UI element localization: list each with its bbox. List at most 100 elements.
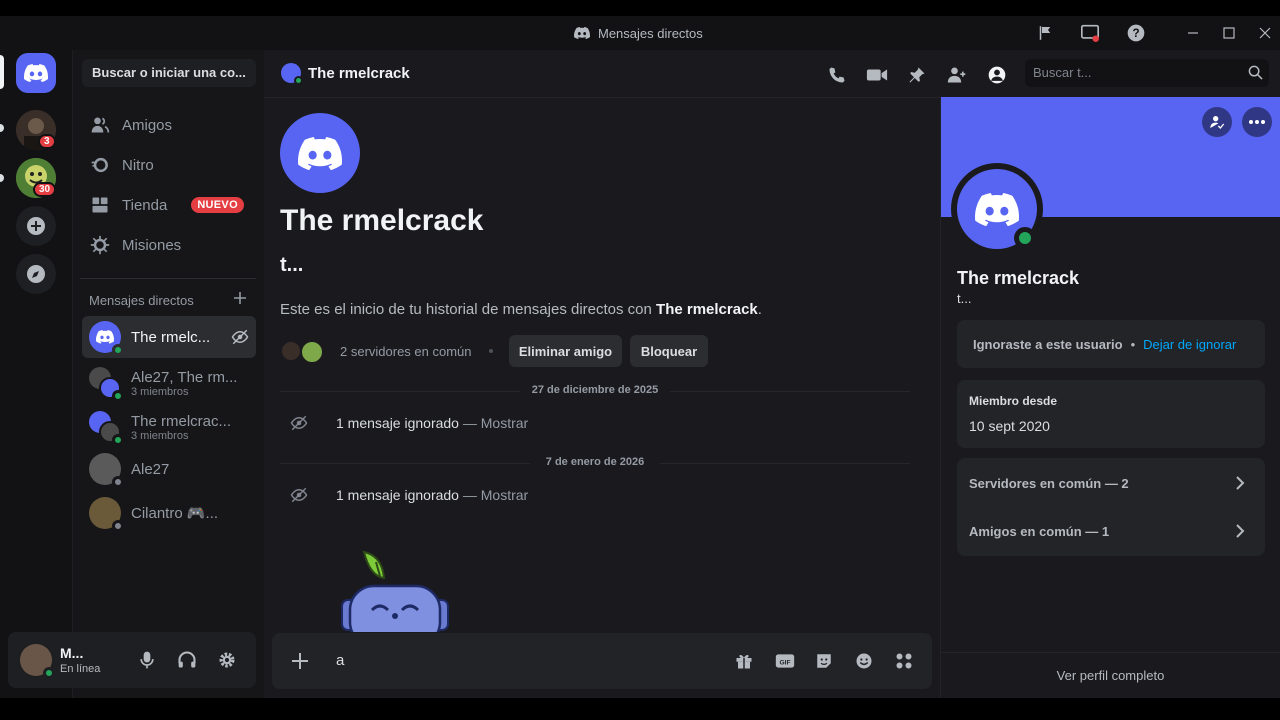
profile-footer-divider	[941, 652, 1280, 653]
inbox-icon[interactable]	[1079, 22, 1101, 44]
discord-logo-icon	[574, 27, 590, 39]
view-full-profile-link[interactable]: Ver perfil completo	[941, 668, 1280, 683]
active-indicator	[0, 55, 4, 89]
ignored-user-card: Ignoraste a este usuario • Dejar de igno…	[957, 320, 1265, 368]
ignored-message-label: 1 mensaje ignorado — Mostrar	[336, 415, 528, 431]
attach-button[interactable]	[290, 651, 310, 671]
discord-home-icon	[24, 64, 48, 82]
intro-handle: t...	[280, 254, 304, 276]
user-profile-toggle[interactable]	[985, 63, 1009, 87]
video-icon	[866, 69, 888, 81]
apps-button[interactable]	[895, 652, 913, 670]
server-2-badge: 30	[33, 182, 57, 197]
header-avatar	[281, 63, 303, 85]
dm-item-ale27[interactable]: Ale27	[82, 448, 256, 490]
mutual-server-icon	[300, 340, 324, 364]
unignore-link[interactable]: Dejar de ignorar	[1143, 337, 1236, 352]
profile-more-button[interactable]	[1242, 107, 1272, 137]
emoji-button[interactable]	[855, 652, 873, 670]
quests-icon	[90, 235, 110, 255]
ignored-message-row: 1 mensaje ignorado — Mostrar	[290, 414, 528, 432]
message-input[interactable]: a	[336, 652, 344, 669]
settings-button[interactable]	[217, 650, 237, 670]
nav-shop-label: Tienda	[122, 196, 168, 214]
server-1-badge: 3	[38, 134, 56, 149]
mutual-servers-link[interactable]: 2 servidores en común	[340, 344, 472, 359]
nav-friends[interactable]: Amigos	[82, 107, 256, 143]
plus-icon	[292, 653, 308, 669]
ignored-separator: —	[458, 487, 481, 503]
profile-online-status	[1014, 227, 1036, 249]
ignored-eye-icon	[290, 415, 308, 431]
ignored-eye-icon[interactable]	[231, 328, 249, 346]
mutual-server-icon	[280, 340, 302, 362]
intro-text-name: The rmelcrack	[656, 301, 758, 318]
gear-icon	[219, 652, 235, 668]
ignored-separator: —	[458, 415, 481, 431]
avatar	[89, 453, 124, 488]
nitro-icon	[91, 157, 108, 173]
profile-name: The rmelcrack	[957, 268, 1080, 288]
dm-members: 3 miembros	[131, 385, 189, 398]
add-server-button[interactable]	[16, 206, 56, 246]
more-icon	[1249, 120, 1265, 124]
offline-status-dot	[112, 520, 124, 532]
dm-item-group-2[interactable]: The rmelcrac... 3 miembros	[82, 406, 256, 448]
remove-friend-button[interactable]: Eliminar amigo	[509, 335, 622, 367]
sticker-button[interactable]	[815, 652, 833, 670]
dm-item-cilantro[interactable]: Cilantro 🎮...	[82, 492, 256, 534]
voice-call-button[interactable]	[825, 63, 849, 87]
group-avatar	[89, 411, 124, 446]
window-title: Mensajes directos	[574, 24, 703, 42]
gift-button[interactable]	[735, 652, 753, 670]
header-name[interactable]: The rmelcrack	[308, 65, 410, 82]
mic-button[interactable]	[137, 650, 157, 670]
help-icon[interactable]: ?	[1125, 22, 1147, 44]
svg-text:?: ?	[1132, 27, 1139, 40]
intro-text-prefix: Este es el inicio de tu historial de men…	[280, 301, 657, 318]
dm-search-input[interactable]: Buscar o iniciar una co...	[82, 59, 256, 87]
nav-shop[interactable]: Tienda NUEVO	[82, 187, 256, 223]
dm-item-rmelcrack[interactable]: The rmelc...	[82, 316, 256, 358]
nav-nitro[interactable]: Nitro	[82, 147, 256, 183]
mutual-servers-row[interactable]: Servidores en común — 2	[957, 460, 1265, 506]
headphones-button[interactable]	[177, 650, 197, 670]
discover-button[interactable]	[16, 254, 56, 294]
pin-icon	[909, 67, 925, 83]
online-status-dot	[112, 344, 124, 356]
dm-members: 3 miembros	[131, 429, 189, 442]
close-icon[interactable]	[1254, 22, 1276, 44]
shop-icon	[92, 197, 108, 213]
home-button[interactable]	[16, 53, 56, 93]
plus-icon	[234, 292, 246, 304]
flag-icon[interactable]	[1034, 22, 1056, 44]
create-dm-button[interactable]	[233, 291, 247, 305]
chat-search-input[interactable]: Buscar t...	[1025, 59, 1269, 87]
maximize-icon[interactable]	[1218, 22, 1240, 44]
nav-quests[interactable]: Misiones	[82, 227, 256, 263]
sidebar-divider	[80, 278, 256, 279]
message-composer[interactable]	[272, 633, 932, 689]
ignored-user-text: Ignoraste a este usuario	[973, 336, 1123, 352]
add-friends-dm-button[interactable]	[945, 63, 969, 87]
profile-friend-button[interactable]	[1202, 107, 1232, 137]
mutual-friends-row[interactable]: Amigos en común — 1	[957, 508, 1265, 554]
dm-header: Mensajes directos	[89, 293, 194, 308]
dm-item-group-1[interactable]: Ale27, The rm... 3 miembros	[82, 362, 256, 404]
friend-check-icon	[1210, 116, 1225, 129]
show-message-link[interactable]: Mostrar	[481, 415, 528, 431]
block-button[interactable]: Bloquear	[630, 335, 708, 367]
video-call-button[interactable]	[865, 63, 889, 87]
search-icon	[1248, 65, 1263, 80]
gif-button[interactable]: GIF	[775, 652, 795, 670]
dm-name: The rmelc...	[131, 328, 211, 346]
chevron-right-icon	[1236, 524, 1245, 538]
minimize-icon[interactable]	[1182, 22, 1204, 44]
dm-name: Cilantro 🎮...	[131, 505, 219, 522]
user-status: En línea	[60, 663, 101, 675]
intro-avatar[interactable]	[280, 113, 360, 193]
user-avatar[interactable]	[20, 644, 55, 679]
show-message-link[interactable]: Mostrar	[481, 487, 528, 503]
pinned-button[interactable]	[905, 63, 929, 87]
profile-handle: t...	[957, 291, 972, 306]
